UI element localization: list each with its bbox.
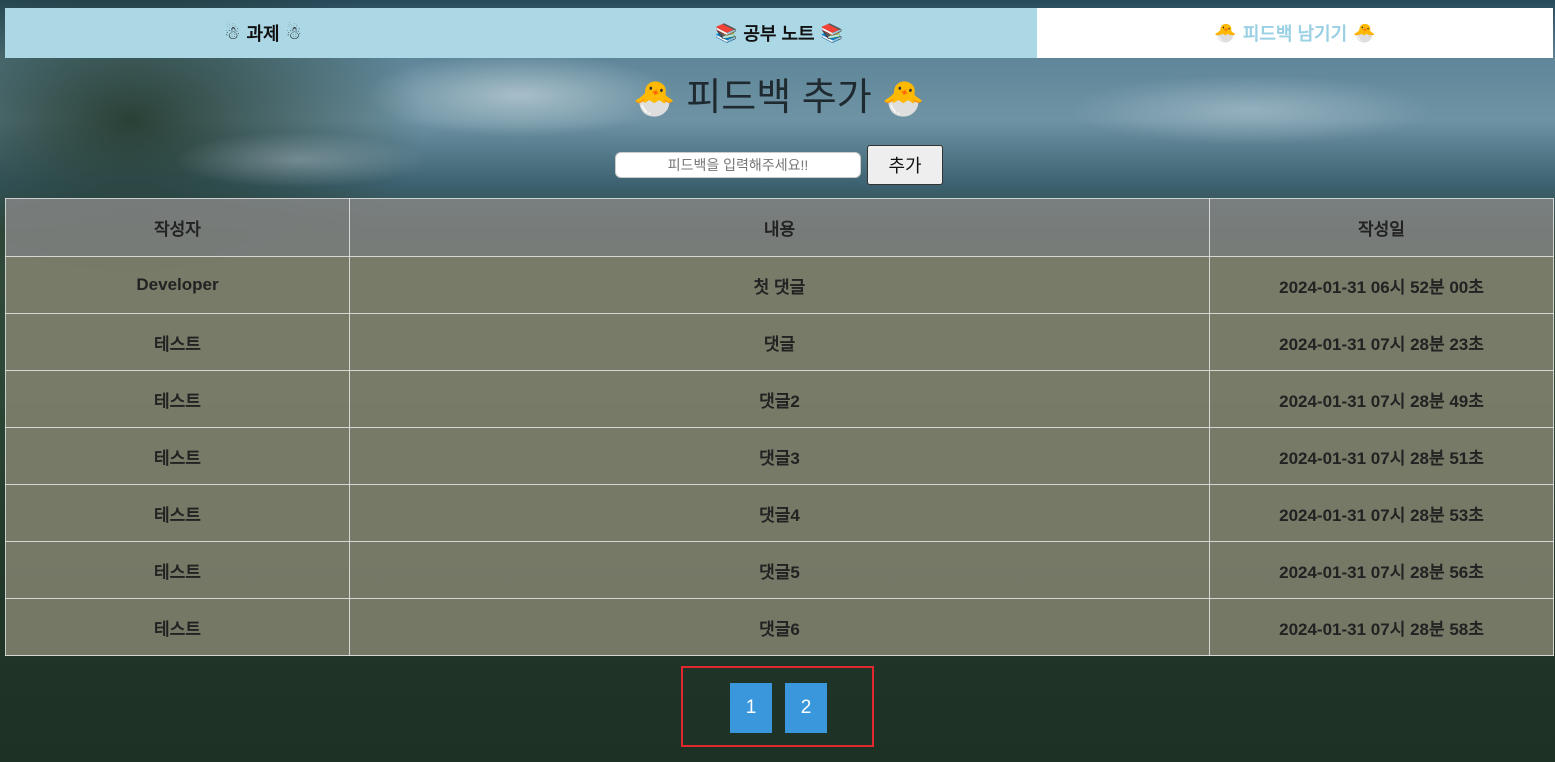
cell-content: 댓글2	[349, 370, 1210, 428]
feedback-input[interactable]	[615, 152, 861, 178]
page-title-text: 피드백 추가	[686, 77, 872, 119]
page-button-1[interactable]: 1	[730, 683, 772, 733]
cell-content: 첫 댓글	[349, 256, 1210, 314]
snowman-icon: ☃	[224, 22, 241, 44]
table-row: 테스트 댓글4 2024-01-31 07시 28분 53초	[5, 484, 1554, 542]
cell-date: 2024-01-31 07시 28분 23초	[1209, 313, 1554, 371]
add-feedback-button[interactable]: 추가	[867, 145, 943, 185]
books-icon: 📚	[820, 22, 844, 44]
cell-date: 2024-01-31 07시 28분 53초	[1209, 484, 1554, 542]
cell-author: 테스트	[5, 484, 350, 542]
table-row: 테스트 댓글 2024-01-31 07시 28분 23초	[5, 313, 1554, 371]
cell-date: 2024-01-31 07시 28분 49초	[1209, 370, 1554, 428]
tab-feedback[interactable]: 🐣 피드백 남기기 🐣	[1037, 8, 1553, 58]
table-row: 테스트 댓글2 2024-01-31 07시 28분 49초	[5, 370, 1554, 428]
page-button-2[interactable]: 2	[785, 683, 827, 733]
tab-feedback-label: 피드백 남기기	[1242, 24, 1348, 44]
cell-date: 2024-01-31 07시 28분 56초	[1209, 541, 1554, 599]
header-author: 작성자	[5, 198, 350, 257]
cell-content: 댓글3	[349, 427, 1210, 485]
cell-content: 댓글6	[349, 598, 1210, 656]
hatching-chick-icon: 🐣	[882, 79, 925, 119]
cell-content: 댓글	[349, 313, 1210, 371]
cell-content: 댓글5	[349, 541, 1210, 599]
pagination: 1 2	[681, 666, 874, 747]
table-row: Developer 첫 댓글 2024-01-31 06시 52분 00초	[5, 256, 1554, 314]
feedback-table: 작성자 내용 작성일 Developer 첫 댓글 2024-01-31 06시…	[5, 198, 1554, 656]
feedback-form: 추가	[5, 145, 1553, 185]
tab-study-notes[interactable]: 📚 공부 노트 📚	[521, 8, 1037, 58]
books-icon: 📚	[714, 22, 738, 44]
cell-author: Developer	[5, 256, 350, 314]
table-row: 테스트 댓글3 2024-01-31 07시 28분 51초	[5, 427, 1554, 485]
tab-assignments[interactable]: ☃ 과제 ☃	[5, 8, 521, 58]
cell-date: 2024-01-31 07시 28분 51초	[1209, 427, 1554, 485]
table-header-row: 작성자 내용 작성일	[5, 198, 1554, 257]
tab-study-notes-label: 공부 노트	[743, 24, 815, 44]
snowman-icon: ☃	[285, 22, 302, 44]
cell-date: 2024-01-31 07시 28분 58초	[1209, 598, 1554, 656]
hatching-chick-icon: 🐣	[633, 79, 676, 119]
app-frame: ☃ 과제 ☃ 📚 공부 노트 📚 🐣 피드백 남기기 🐣 🐣 피드백 추가 🐣 …	[5, 0, 1554, 762]
cell-date: 2024-01-31 06시 52분 00초	[1209, 256, 1554, 314]
table-row: 테스트 댓글6 2024-01-31 07시 28분 58초	[5, 598, 1554, 656]
tab-bar: ☃ 과제 ☃ 📚 공부 노트 📚 🐣 피드백 남기기 🐣	[5, 8, 1553, 58]
cell-author: 테스트	[5, 427, 350, 485]
page-title: 🐣 피드백 추가 🐣	[5, 70, 1553, 126]
hatching-chick-icon: 🐣	[1214, 22, 1237, 44]
hatching-chick-icon: 🐣	[1353, 22, 1376, 44]
table-row: 테스트 댓글5 2024-01-31 07시 28분 56초	[5, 541, 1554, 599]
header-content: 내용	[349, 198, 1210, 257]
cell-content: 댓글4	[349, 484, 1210, 542]
tab-assignments-label: 과제	[246, 24, 280, 44]
cell-author: 테스트	[5, 313, 350, 371]
cell-author: 테스트	[5, 541, 350, 599]
cell-author: 테스트	[5, 598, 350, 656]
cell-author: 테스트	[5, 370, 350, 428]
header-date: 작성일	[1209, 198, 1554, 257]
